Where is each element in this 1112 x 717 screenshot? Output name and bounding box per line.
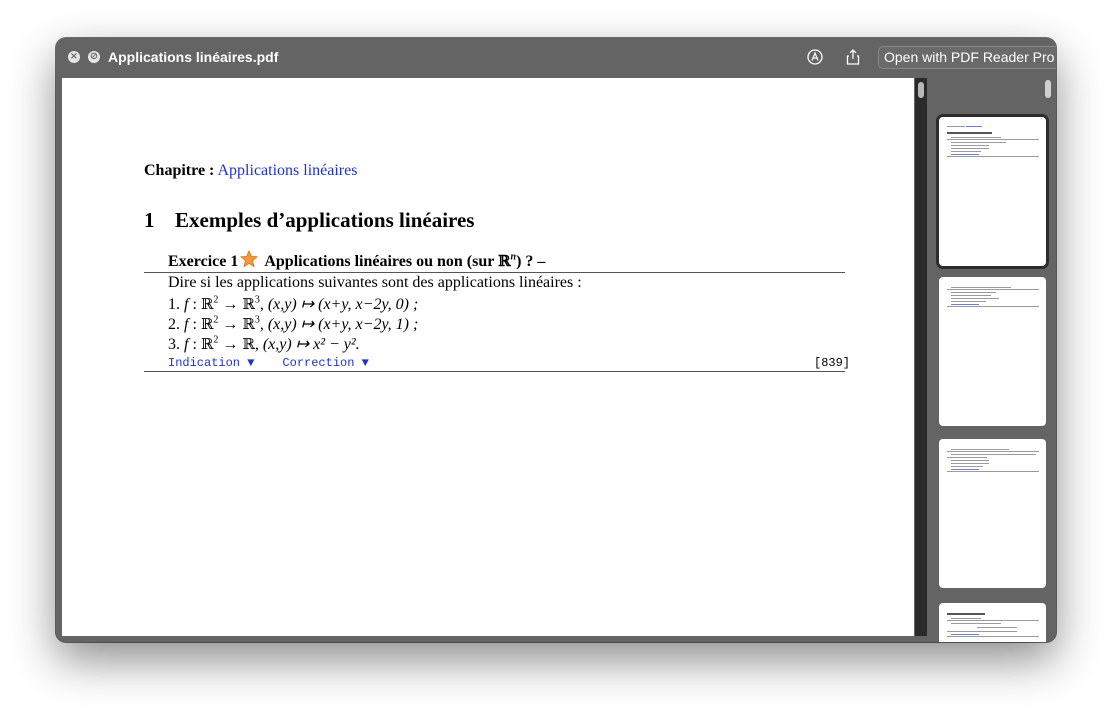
close-icon[interactable]: × (68, 51, 80, 63)
item-arrow: → (218, 336, 243, 353)
star-icon (240, 250, 259, 268)
exercise-item-2: 2. f : ℝ2 → ℝ3, (x,y) ↦ (x+y, x−2y, 1) ; (168, 314, 418, 334)
section-heading: 1 Exemples d’applications linéaires (144, 208, 474, 233)
item-formula: , (x,y) ↦ x² − y². (254, 336, 360, 353)
markup-icon[interactable] (806, 48, 824, 66)
item-domain: ℝ (200, 315, 214, 333)
exercise-item-3: 3. f : ℝ2 → ℝ, (x,y) ↦ x² − y². (168, 334, 360, 354)
sidebar-scroll-knob[interactable] (1045, 80, 1051, 98)
exercise-links: Indication ▼ Correction ▼ (168, 356, 397, 370)
item-codomain: ℝ (242, 295, 255, 313)
exercise-reference: [839] (814, 356, 851, 370)
item-number: 3. (168, 336, 180, 353)
title-bar: × ⊘ Applications linéaires.pdf Open with… (56, 38, 1056, 76)
item-colon: : (188, 316, 201, 333)
item-domain: ℝ (200, 295, 214, 313)
page-thumbnail-4[interactable] (939, 603, 1046, 642)
indication-link[interactable]: Indication ▼ (168, 356, 254, 370)
chapter-line: Chapitre : Applications linéaires (144, 162, 357, 180)
exercise-item-1: 1. f : ℝ2 → ℝ3, (x,y) ↦ (x+y, x−2y, 0) ; (168, 294, 418, 314)
page-thumbnail-1[interactable] (939, 117, 1046, 266)
exercise-title-pre: Applications linéaires ou non (sur (264, 253, 499, 270)
item-codomain: ℝ (242, 315, 255, 333)
item-arrow: → (218, 316, 243, 333)
item-arrow: → (218, 296, 243, 313)
exercise-label: Exercice 1 (168, 253, 239, 270)
window-title: Applications linéaires.pdf (108, 49, 279, 65)
item-number: 2. (168, 316, 180, 333)
item-colon: : (188, 296, 201, 313)
open-with-button[interactable]: Open with PDF Reader Pro (878, 46, 1056, 69)
exercise-title-post: ) ? – (516, 253, 546, 270)
exercise-title-ring: ℝ (498, 252, 511, 270)
share-icon[interactable] (844, 48, 862, 66)
exercise-bottom-rule (144, 371, 845, 372)
item-codomain: ℝ (242, 335, 255, 353)
hide-icon[interactable]: ⊘ (88, 51, 100, 63)
chapter-label: Chapitre : (144, 162, 215, 179)
preview-window: × ⊘ Applications linéaires.pdf Open with… (56, 38, 1056, 642)
page-thumbnail-3[interactable] (939, 439, 1046, 588)
exercise-top-rule (144, 272, 845, 273)
document-scrollbar[interactable] (915, 78, 927, 636)
chapter-link[interactable]: Applications linéaires (218, 162, 358, 179)
item-formula: , (x,y) ↦ (x+y, x−2y, 0) ; (259, 296, 419, 313)
item-domain: ℝ (200, 335, 214, 353)
correction-link[interactable]: Correction ▼ (282, 356, 368, 370)
pdf-page: Chapitre : Applications linéaires 1 Exemp… (62, 78, 914, 636)
exercise-heading: Exercice 1 Applications linéaires ou non … (168, 250, 545, 271)
thumbnail-sidebar (927, 76, 1056, 642)
item-formula: , (x,y) ↦ (x+y, x−2y, 1) ; (259, 316, 419, 333)
page-thumbnail-2[interactable] (939, 277, 1046, 426)
section-number: 1 (144, 208, 155, 232)
section-title: Exemples d’applications linéaires (175, 208, 475, 232)
exercise-intro: Dire si les applications suivantes sont … (168, 274, 582, 291)
item-number: 1. (168, 296, 180, 313)
item-colon: : (188, 336, 201, 353)
document-scroll-knob[interactable] (918, 82, 924, 98)
